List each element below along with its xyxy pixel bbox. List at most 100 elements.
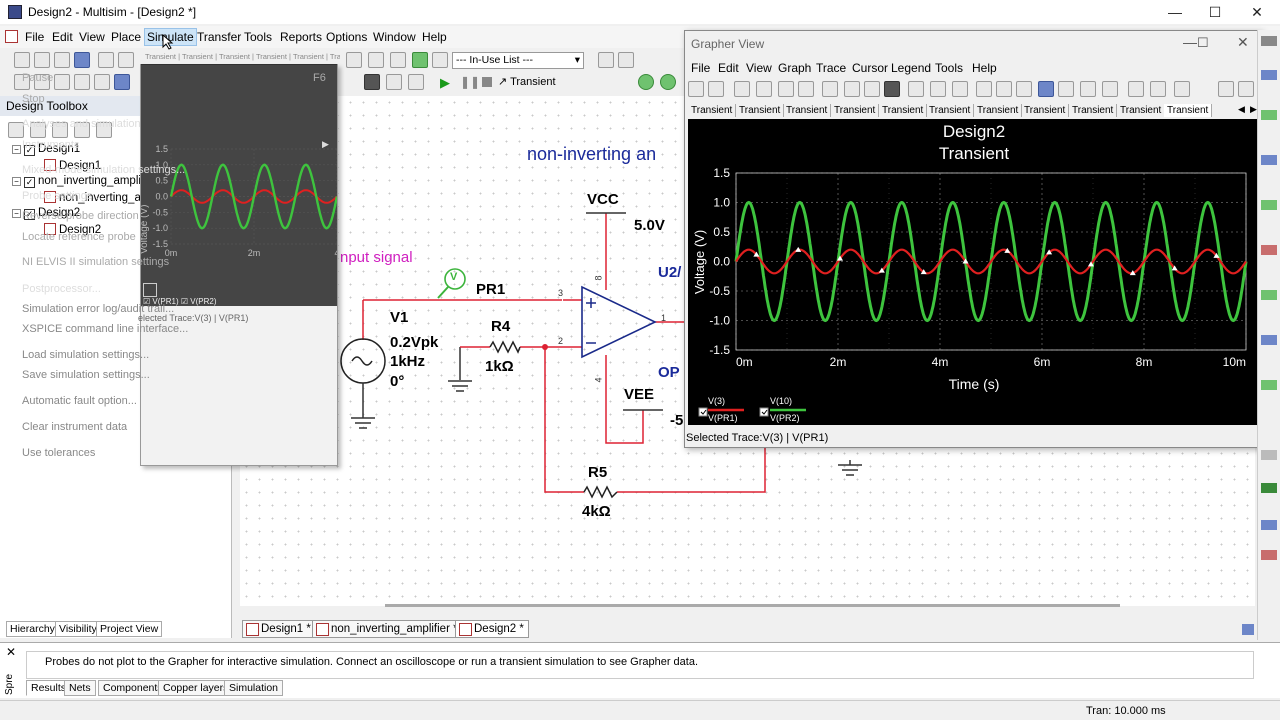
- canvas-horizontal-scrollbar[interactable]: [385, 604, 1120, 607]
- pan-icon[interactable]: [1102, 81, 1118, 97]
- grapher-legend-icon[interactable]: [844, 81, 860, 97]
- tab-scroll-left-icon[interactable]: ◀: [1238, 104, 1245, 115]
- grapher-paste-icon[interactable]: [798, 81, 814, 97]
- wire-r5-left[interactable]: [544, 347, 584, 493]
- menu-item-clear-instrument[interactable]: Clear instrument data: [22, 421, 127, 433]
- menu-item-pause[interactable]: Pause: [22, 72, 53, 84]
- grapher-menu-file[interactable]: File: [691, 61, 710, 75]
- grapher-save-icon[interactable]: [708, 81, 724, 97]
- x-tick-label: 6m: [1034, 355, 1051, 369]
- grapher-menu-tools[interactable]: Tools: [935, 61, 963, 75]
- menu-item-elvis[interactable]: NI ELVIS II simulation settings: [22, 256, 169, 268]
- grapher-tab[interactable]: Transient: [926, 104, 975, 117]
- transient-chart[interactable]: Design2 Transient 1.5 1.0 0.5 0.0 -0.5 -1.0 -1…: [688, 119, 1260, 425]
- menu-item-use-tolerances[interactable]: Use tolerances: [22, 447, 95, 459]
- instrument-icon[interactable]: [1261, 380, 1277, 390]
- opamp-symbol[interactable]: [581, 285, 657, 359]
- instrument-icon[interactable]: [1261, 200, 1277, 210]
- grapher-grid-icon[interactable]: [822, 81, 838, 97]
- tab-simulation[interactable]: Simulation: [224, 680, 284, 696]
- menu-item-fault-option[interactable]: Automatic fault option...: [22, 395, 137, 407]
- grapher-tab[interactable]: Transient: [1069, 104, 1118, 117]
- grapher-menu-cursor[interactable]: Cursor: [852, 61, 888, 75]
- menu-item-mixed-mode[interactable]: Mixed-mode simulation settings...: [22, 164, 185, 176]
- menu-item-probe-settings[interactable]: Probe settings...: [22, 190, 102, 202]
- instrument-icon[interactable]: [1261, 155, 1277, 165]
- junction-dot: [542, 344, 548, 350]
- menu-item-postprocessor[interactable]: Postprocessor...: [22, 283, 101, 295]
- zoom-y-icon[interactable]: [1080, 81, 1096, 97]
- grapher-maximize-button[interactable]: ☐: [1197, 35, 1209, 51]
- instrument-icon[interactable]: [1261, 36, 1277, 46]
- grapher-cut-icon[interactable]: [756, 81, 772, 97]
- grapher-menu-help[interactable]: Help: [972, 61, 997, 75]
- grapher-copy-icon[interactable]: [778, 81, 794, 97]
- grapher-menu-legend[interactable]: Legend: [891, 61, 931, 75]
- print-icon[interactable]: [1174, 81, 1190, 97]
- menu-item-stop[interactable]: Stop: [22, 93, 45, 105]
- instrument-icon[interactable]: [1261, 483, 1277, 493]
- zoom-out-icon[interactable]: [996, 81, 1012, 97]
- text-icon[interactable]: [1128, 81, 1144, 97]
- grapher-tab[interactable]: Transient: [879, 104, 928, 117]
- grapher-marker-icon[interactable]: [930, 81, 946, 97]
- export-icon[interactable]: [1238, 81, 1254, 97]
- v1-source-symbol[interactable]: [340, 338, 386, 384]
- grapher-open-icon[interactable]: [688, 81, 704, 97]
- r4-symbol[interactable]: [489, 340, 521, 354]
- grapher-tab[interactable]: Transient: [688, 104, 737, 117]
- grapher-tab[interactable]: Transient: [1021, 104, 1070, 117]
- grapher-tab[interactable]: Transient: [783, 104, 832, 117]
- grapher-close-button[interactable]: ✕: [1237, 34, 1249, 51]
- properties-icon[interactable]: [1150, 81, 1166, 97]
- grapher-menu-trace[interactable]: Trace: [816, 61, 846, 75]
- grapher-tab[interactable]: Transient: [831, 104, 880, 117]
- menu-item-xspice[interactable]: XSPICE command line interface...: [22, 323, 188, 335]
- spreadsheet-close-icon[interactable]: ✕: [6, 645, 16, 659]
- instrument-icon[interactable]: [1261, 245, 1277, 255]
- instrument-icon[interactable]: [1261, 110, 1277, 120]
- layout-icon[interactable]: [1242, 624, 1254, 635]
- zoom-in-icon[interactable]: [976, 81, 992, 97]
- tab-scroll-right-icon[interactable]: ▶: [1250, 104, 1257, 115]
- grapher-undo-icon[interactable]: [734, 81, 750, 97]
- grapher-minimize-button[interactable]: —: [1183, 34, 1197, 50]
- legend-checkbox-icon[interactable]: [759, 407, 769, 417]
- doc-tab-design2[interactable]: Design2 *: [455, 620, 529, 638]
- grapher-menu-view[interactable]: View: [746, 61, 772, 75]
- menu-item-analyses[interactable]: Analyses and simulation: [22, 118, 141, 130]
- r5-symbol[interactable]: [583, 485, 618, 499]
- grapher-cursor-icon[interactable]: [864, 81, 880, 97]
- menu-item-save-settings[interactable]: Save simulation settings...: [22, 369, 150, 381]
- grapher-line-icon[interactable]: [952, 81, 968, 97]
- tab-copper-layers[interactable]: Copper layers: [158, 680, 234, 696]
- grapher-menu-graph[interactable]: Graph: [778, 61, 811, 75]
- doc-tab-design1[interactable]: Design1 *: [242, 620, 316, 638]
- zoom-fit-icon[interactable]: [1016, 81, 1032, 97]
- instrument-icon[interactable]: [1261, 290, 1277, 300]
- instrument-icon[interactable]: [1261, 450, 1277, 460]
- instrument-icon[interactable]: [1261, 520, 1277, 530]
- schematic-title: non-inverting an: [527, 144, 657, 164]
- copy-graph-icon[interactable]: [1218, 81, 1234, 97]
- instrument-icon[interactable]: [1261, 70, 1277, 80]
- tab-nets[interactable]: Nets: [64, 680, 96, 696]
- grapher-tab[interactable]: Transient: [974, 104, 1023, 117]
- zoom-area-icon[interactable]: [1038, 81, 1054, 97]
- instrument-icon[interactable]: [1261, 335, 1277, 345]
- menu-item-locate-probe[interactable]: Locate reference probe: [22, 231, 136, 243]
- grapher-tab[interactable]: Transient: [1117, 104, 1166, 117]
- doc-tab-non-inverting[interactable]: non_inverting_amplifier *: [312, 620, 463, 638]
- grapher-tab-active[interactable]: Transient: [1164, 104, 1213, 117]
- grapher-background-icon[interactable]: [884, 81, 900, 97]
- menu-item-reverse-probe[interactable]: Reverse probe direction: [22, 210, 139, 222]
- grapher-menu-edit[interactable]: Edit: [718, 61, 739, 75]
- grapher-trace-icon[interactable]: [908, 81, 924, 97]
- ghost-grapher: 1.51.00.50.0-0.5-1.0-1.5 0m2m4 Voltage (…: [141, 144, 337, 258]
- grapher-tab[interactable]: Transient: [736, 104, 785, 117]
- legend-checkbox-icon[interactable]: [698, 407, 708, 417]
- instrument-icon[interactable]: [1261, 550, 1277, 560]
- zoom-x-icon[interactable]: [1058, 81, 1074, 97]
- menu-item-instruments[interactable]: Instruments: [22, 139, 79, 151]
- menu-item-load-settings[interactable]: Load simulation settings...: [22, 349, 149, 361]
